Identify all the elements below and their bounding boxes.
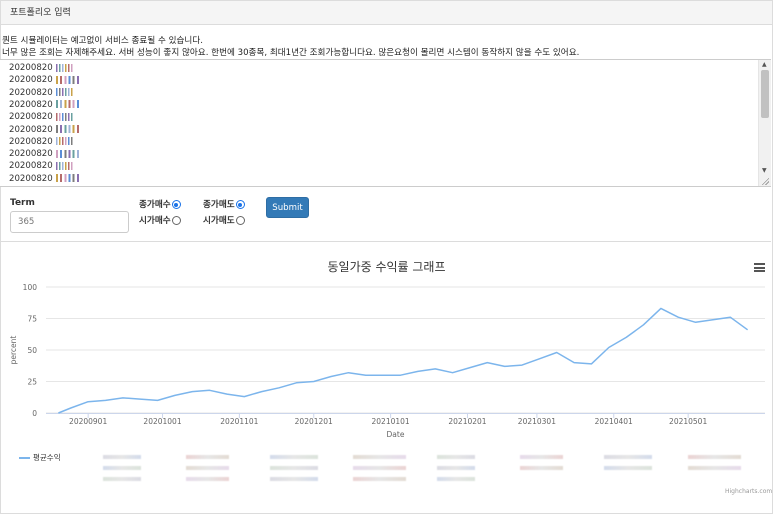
sell-open-radio[interactable] [235, 216, 245, 225]
portfolio-line: 20200820 [9, 174, 81, 186]
redacted-code [55, 112, 74, 121]
legend-item-average[interactable]: 평균수익 [19, 452, 61, 463]
legend-item-redacted[interactable] [437, 466, 475, 470]
buy-open-label: 시가매수 [139, 216, 171, 226]
portfolio-line: 20200820 [9, 88, 74, 100]
scroll-down-icon[interactable]: ▼ [762, 167, 767, 174]
buy-close-label: 종가매수 [139, 200, 171, 210]
legend-item-redacted[interactable] [103, 477, 141, 481]
legend-line-icon [19, 457, 30, 459]
legend-item-redacted[interactable] [353, 466, 406, 470]
redacted-code [55, 174, 81, 183]
portfolio-line: 20200820 [9, 112, 74, 124]
redacted-code [55, 137, 74, 146]
portfolio-line: 20200820 [9, 63, 74, 75]
portfolio-line: 20200820 [9, 161, 74, 173]
legend-item-redacted[interactable] [270, 455, 318, 459]
portfolio-line-date: 20200820 [9, 112, 53, 123]
legend-item-redacted[interactable] [520, 466, 563, 470]
buy-close-radio[interactable] [171, 200, 181, 209]
legend-item-redacted[interactable] [103, 455, 141, 459]
portfolio-line-date: 20200820 [9, 161, 53, 172]
portfolio-line-date: 20200820 [9, 87, 53, 98]
legend-item-redacted[interactable] [103, 466, 141, 470]
sell-close-option[interactable]: 종가매도 [203, 198, 245, 210]
portfolio-textarea[interactable]: 20200820 20200820 20200820 20200820 20200820… [0, 59, 771, 187]
legend-item-redacted[interactable] [437, 455, 475, 459]
redacted-code [55, 63, 74, 72]
portfolio-line: 20200820 [9, 100, 81, 112]
portfolio-line-date: 20200820 [9, 173, 53, 184]
redacted-code [55, 88, 74, 97]
legend-item-redacted[interactable] [604, 455, 652, 459]
submit-button[interactable]: Submit [266, 197, 309, 218]
redacted-code [55, 149, 81, 158]
portfolio-line: 20200820 [9, 149, 81, 161]
redacted-code [55, 125, 81, 133]
legend-item-redacted[interactable] [604, 466, 652, 470]
chart-menu-icon[interactable] [754, 263, 765, 272]
legend-item-redacted[interactable] [437, 477, 475, 481]
legend-item-redacted[interactable] [688, 466, 741, 470]
portfolio-line: 20200820 [9, 125, 81, 137]
notice-line-2: 너무 많은 조회는 자제해주세요. 서버 성능이 좋지 않아요. 한번에 30종… [2, 48, 580, 58]
redacted-code [55, 75, 81, 84]
sell-open-label: 시가매도 [203, 216, 235, 226]
buy-close-option[interactable]: 종가매수 [139, 198, 181, 210]
legend-item-redacted[interactable] [520, 455, 563, 459]
chart-title: 동일가중 수익률 그래프 [327, 260, 446, 274]
buy-open-radio[interactable] [171, 216, 181, 225]
panel-title: 포트폴리오 입력 [1, 1, 772, 25]
legend-item-redacted[interactable] [270, 477, 318, 481]
scroll-up-icon[interactable]: ▲ [762, 61, 767, 68]
legend-item-redacted[interactable] [688, 455, 741, 459]
sell-close-radio[interactable] [235, 200, 245, 209]
portfolio-line-date: 20200820 [9, 149, 53, 160]
portfolio-line-date: 20200820 [9, 99, 53, 110]
textarea-scrollbar[interactable]: ▲ ▼ [758, 60, 771, 186]
legend-item-redacted[interactable] [353, 455, 406, 459]
legend-item-redacted[interactable] [186, 455, 229, 459]
section-divider [0, 241, 771, 242]
sell-open-option[interactable]: 시가매도 [203, 214, 245, 226]
portfolio-line-date: 20200820 [9, 124, 53, 135]
portfolio-line-date: 20200820 [9, 63, 53, 73]
portfolio-line-date: 20200820 [9, 136, 53, 147]
legend-label: 평균수익 [33, 453, 61, 462]
term-input[interactable] [10, 211, 129, 233]
redacted-code [55, 100, 81, 109]
scroll-thumb[interactable] [761, 70, 769, 118]
resize-handle-icon[interactable] [761, 177, 769, 185]
chart-credits[interactable]: Highcharts.com [725, 488, 772, 495]
buy-open-option[interactable]: 시가매수 [139, 214, 181, 226]
legend-item-redacted[interactable] [186, 477, 229, 481]
legend-item-redacted[interactable] [270, 466, 318, 470]
legend-item-redacted[interactable] [186, 466, 229, 470]
portfolio-line: 20200820 [9, 75, 81, 87]
sell-close-label: 종가매도 [203, 200, 235, 210]
portfolio-line: 20200820 [9, 137, 74, 149]
notice-line-1: 퀀트 시뮬레이터는 예고없이 서비스 종료될 수 있습니다. [2, 36, 203, 46]
legend-item-redacted[interactable] [353, 477, 406, 481]
portfolio-line-date: 20200820 [9, 75, 53, 86]
redacted-code [55, 161, 74, 170]
term-label: Term [10, 198, 35, 208]
